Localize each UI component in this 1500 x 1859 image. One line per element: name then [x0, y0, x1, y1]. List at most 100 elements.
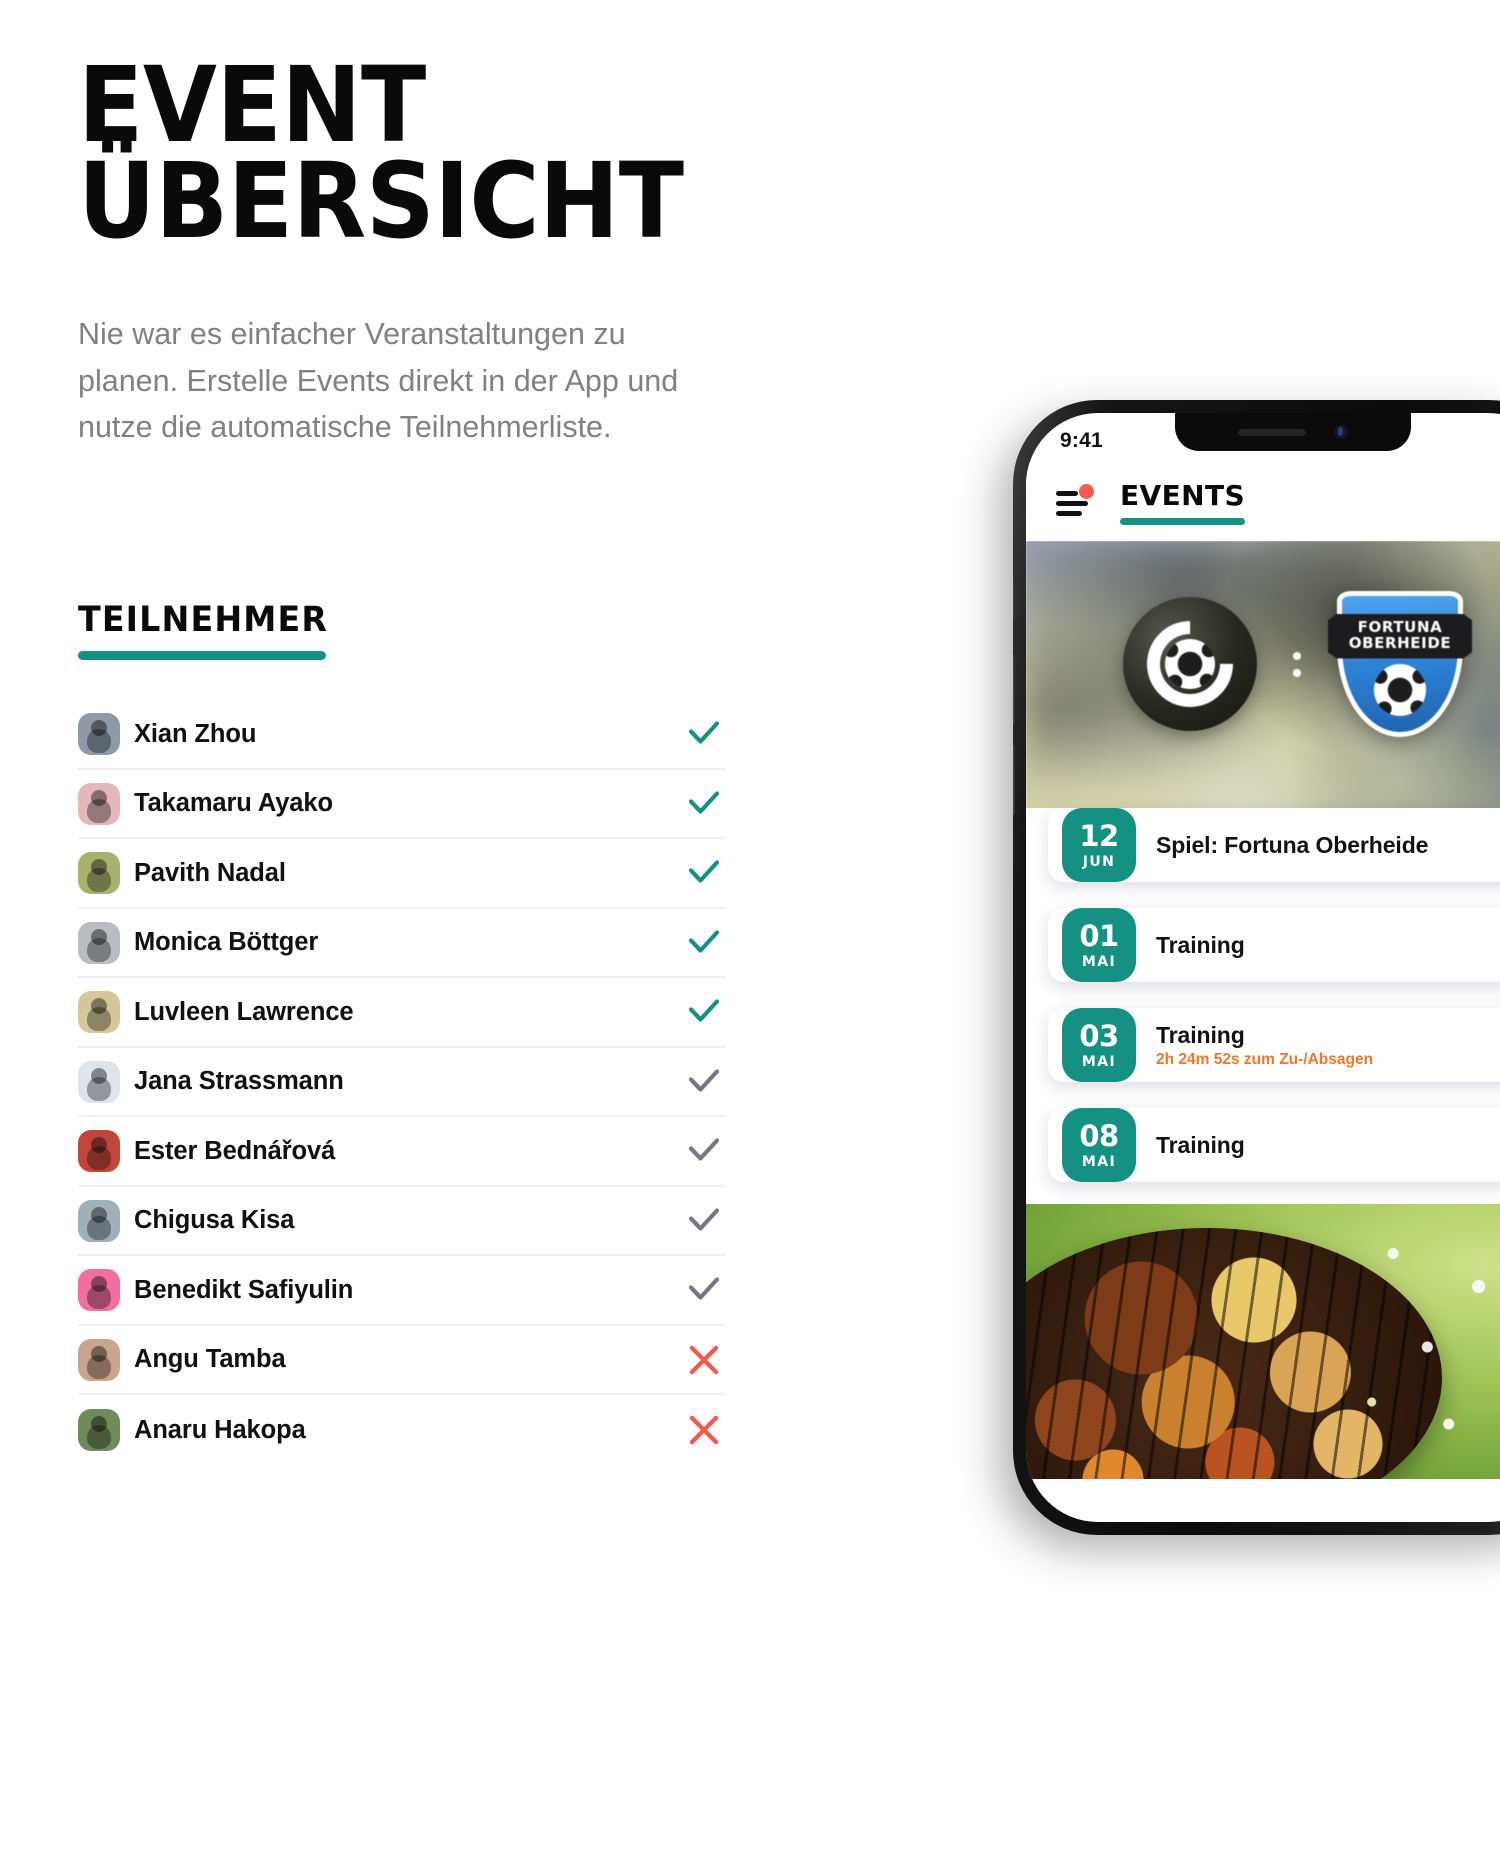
avatar: [78, 1269, 120, 1312]
phone-mute-switch[interactable]: [1013, 582, 1015, 618]
check-icon-accepted[interactable]: [682, 921, 726, 965]
match-crests: FORTUNA OBERHEIDE: [1026, 591, 1500, 737]
event-month: MAI: [1081, 1153, 1117, 1170]
event-day: 03: [1079, 1018, 1119, 1053]
avatar: [78, 1130, 120, 1173]
away-team-name-line-2: OBERHEIDE: [1348, 633, 1452, 652]
participant-name: Chigusa Kisa: [134, 1206, 295, 1235]
phone-volume-down-button[interactable]: [1013, 745, 1015, 815]
event-month: MAI: [1081, 1053, 1117, 1070]
participants-section: TEILNEHMER Xian Zhou Takamaru Ayako Pavith…: [78, 600, 726, 1465]
event-card[interactable]: 01 MAI Training: [1048, 908, 1500, 982]
home-team-crest-icon: [1123, 597, 1257, 731]
participant-name: Xian Zhou: [134, 719, 257, 748]
event-text-group: Spiel: Fortuna Oberheide: [1156, 832, 1440, 859]
avatar: [78, 1409, 120, 1452]
check-icon-accepted[interactable]: [682, 851, 726, 895]
avatar: [78, 1060, 120, 1103]
avatar-body: [87, 1076, 111, 1101]
meadow-flowers-graphic: [1346, 1204, 1500, 1479]
avatar: [78, 991, 120, 1034]
phone-screen: 9:41 EVENTS FORTUNA OBERHEIDE 12 JUN Spi…: [1026, 413, 1500, 1522]
poster-page: EVENT ÜBERSICHT Nie war es einfacher Ver…: [0, 0, 1500, 1859]
participant-row[interactable]: Ester Bednářová: [78, 1117, 726, 1187]
check-icon-accepted[interactable]: [682, 990, 726, 1034]
participant-name: Angu Tamba: [134, 1345, 286, 1374]
event-day: 12: [1079, 818, 1119, 853]
app-title-group: EVENTS: [1120, 479, 1246, 525]
participant-name: Ester Bednářová: [134, 1136, 336, 1165]
check-icon-pending[interactable]: [682, 1268, 726, 1312]
tab-events-underline: [1120, 518, 1246, 525]
avatar-body: [87, 937, 111, 962]
event-date-badge: 01 MAI: [1062, 908, 1136, 982]
tab-events-label[interactable]: EVENTS: [1120, 479, 1245, 512]
check-icon-pending[interactable]: [682, 1060, 726, 1104]
check-icon-accepted[interactable]: [682, 782, 726, 826]
close-icon-declined[interactable]: [682, 1338, 726, 1382]
check-icon-accepted[interactable]: [682, 712, 726, 756]
soccer-ball-icon: [1165, 639, 1215, 689]
avatar: [78, 713, 120, 756]
home-crest-ring: [1129, 603, 1251, 725]
check-icon-pending[interactable]: [682, 1129, 726, 1173]
event-text-group: Training: [1156, 1132, 1257, 1159]
participant-row[interactable]: Anaru Hakopa: [78, 1395, 726, 1465]
avatar: [78, 1199, 120, 1242]
bbq-event-image: [1026, 1204, 1500, 1479]
participant-row[interactable]: Pavith Nadal: [78, 839, 726, 909]
menu-line-1: [1056, 491, 1078, 496]
menu-line-3: [1056, 511, 1082, 516]
event-title: Training: [1156, 1131, 1245, 1158]
participant-name: Takamaru Ayako: [134, 789, 333, 818]
close-icon-declined[interactable]: [682, 1408, 726, 1452]
avatar-body: [87, 868, 111, 893]
away-crest-soccer-ball-icon: [1374, 664, 1426, 716]
hamburger-menu-icon[interactable]: [1056, 484, 1094, 516]
page-title: EVENT ÜBERSICHT: [78, 53, 722, 262]
intro-paragraph: Nie war es einfacher Veranstaltungen zu …: [78, 317, 679, 445]
phone-mockup: 9:41 EVENTS FORTUNA OBERHEIDE 12 JUN Spi…: [1013, 400, 1500, 1535]
event-day: 08: [1079, 1118, 1119, 1153]
headline-line-2: ÜBERSICHT: [78, 139, 684, 262]
avatar: [78, 782, 120, 825]
event-text-group: Training: [1156, 932, 1257, 959]
menu-line-2: [1056, 501, 1088, 506]
check-icon-pending[interactable]: [682, 1199, 726, 1243]
participant-row[interactable]: Benedikt Safiyulin: [78, 1256, 726, 1326]
event-card[interactable]: 03 MAI Training 2h 24m 52s zum Zu-/Absagen: [1048, 1008, 1500, 1082]
match-hero-image: FORTUNA OBERHEIDE: [1026, 541, 1500, 846]
status-bar: 9:41: [1026, 413, 1500, 463]
participant-row[interactable]: Monica Böttger: [78, 909, 726, 979]
participant-row[interactable]: Jana Strassmann: [78, 1048, 726, 1118]
avatar-body: [87, 1285, 111, 1310]
event-month: MAI: [1081, 953, 1117, 970]
participant-name: Pavith Nadal: [134, 858, 286, 887]
away-team-crest-icon: FORTUNA OBERHEIDE: [1328, 591, 1472, 737]
avatar-body: [87, 798, 111, 823]
event-title: Spiel: Fortuna Oberheide: [1156, 831, 1429, 858]
avatar-body: [87, 1425, 111, 1450]
participant-name: Jana Strassmann: [134, 1067, 344, 1096]
participant-name: Monica Böttger: [134, 928, 319, 957]
app-header: EVENTS: [1026, 463, 1500, 541]
event-title: Training: [1156, 1021, 1245, 1048]
event-card[interactable]: 12 JUN Spiel: Fortuna Oberheide: [1048, 808, 1500, 882]
participant-row[interactable]: Luvleen Lawrence: [78, 978, 726, 1048]
participant-row[interactable]: Xian Zhou: [78, 700, 726, 770]
avatar-body: [87, 1146, 111, 1171]
participant-list: Xian Zhou Takamaru Ayako Pavith Nadal Monic…: [78, 700, 726, 1465]
participant-row[interactable]: Takamaru Ayako: [78, 770, 726, 840]
event-countdown-label: 2h 24m 52s zum Zu-/Absagen: [1156, 1050, 1374, 1068]
avatar-body: [87, 1215, 111, 1240]
status-bar-time: 9:41: [1060, 429, 1103, 452]
event-list: 12 JUN Spiel: Fortuna Oberheide 01 MAI Traini…: [1026, 808, 1500, 1204]
participant-row[interactable]: Chigusa Kisa: [78, 1187, 726, 1257]
participant-row[interactable]: Angu Tamba: [78, 1326, 726, 1396]
participants-heading-underline: [78, 651, 326, 661]
event-card[interactable]: 08 MAI Training: [1048, 1108, 1500, 1182]
notification-badge-dot: [1079, 484, 1094, 499]
participant-name: Luvleen Lawrence: [134, 997, 354, 1026]
phone-volume-up-button[interactable]: [1013, 655, 1015, 725]
avatar-body: [87, 729, 111, 754]
